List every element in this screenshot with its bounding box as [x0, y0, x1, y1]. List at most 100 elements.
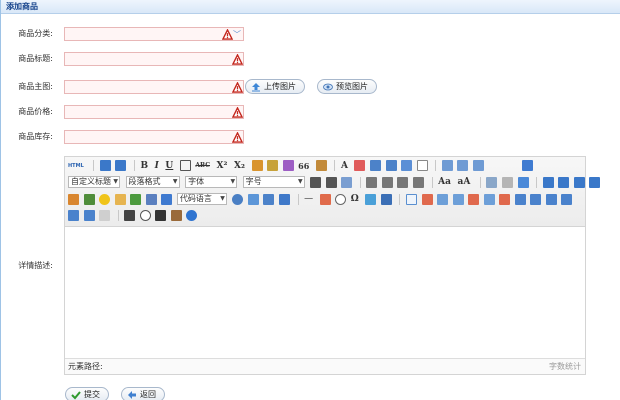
unlink-icon[interactable]	[501, 176, 513, 188]
fullscreen-icon[interactable]	[522, 160, 534, 171]
print-icon[interactable]	[124, 210, 136, 221]
strikethrough-icon[interactable]: ABC	[195, 162, 210, 169]
font-size-select[interactable]: 字号 ▼	[242, 176, 305, 188]
merge-down-icon[interactable]	[545, 193, 557, 205]
indent-icon[interactable]	[341, 176, 353, 188]
preview-icon[interactable]	[139, 210, 151, 221]
delete-table-icon[interactable]	[421, 193, 433, 205]
merge-right-icon[interactable]	[530, 193, 542, 205]
map-icon[interactable]	[232, 193, 244, 205]
category-row: 商品分类: ﹀	[1, 26, 620, 42]
paste-plain-icon[interactable]	[315, 160, 327, 171]
drafts-icon[interactable]	[170, 210, 182, 221]
page-break-icon[interactable]	[279, 193, 291, 205]
superscript-icon[interactable]: X²	[217, 161, 228, 171]
attachment-icon[interactable]	[161, 193, 173, 205]
insert-table-icon[interactable]	[405, 193, 417, 205]
toolbar-divider	[93, 160, 95, 171]
word-image-icon[interactable]	[380, 193, 392, 205]
font-family-select[interactable]: 字体 ▼	[185, 176, 238, 188]
special-chars-icon[interactable]: Ω	[351, 194, 359, 204]
insert-frame-icon[interactable]	[247, 193, 259, 205]
music-icon[interactable]	[145, 193, 157, 205]
format-match-icon[interactable]	[251, 160, 263, 171]
italic-icon[interactable]: I	[155, 161, 159, 171]
image-left-icon[interactable]	[558, 176, 570, 188]
description-label: 详情描述:	[18, 261, 53, 270]
category-select[interactable]: ﹀	[64, 27, 244, 41]
paragraph-format-select[interactable]: 段落格式 ▼	[125, 176, 180, 188]
image-none-icon[interactable]	[542, 176, 554, 188]
justify-center-icon[interactable]	[381, 176, 393, 188]
search-replace-icon[interactable]	[155, 210, 167, 221]
delete-col-icon[interactable]	[499, 193, 511, 205]
delete-row-icon[interactable]	[468, 193, 480, 205]
simple-upload-icon[interactable]	[68, 193, 79, 205]
auto-format-icon[interactable]	[282, 160, 294, 171]
insert-code-icon[interactable]	[263, 193, 275, 205]
anchor-icon[interactable]	[517, 176, 529, 188]
insert-image-icon[interactable]	[83, 193, 95, 205]
subscript-icon[interactable]: X₂	[234, 161, 245, 171]
back-button[interactable]: 返回	[121, 387, 165, 400]
price-input[interactable]	[64, 105, 244, 119]
redo-icon[interactable]	[115, 160, 127, 171]
insert-paragraph-before-table-icon[interactable]	[437, 193, 449, 205]
snap-screen-icon[interactable]	[365, 193, 377, 205]
preview-image-button[interactable]: 预览图片	[317, 79, 377, 94]
html-source-button[interactable]: HTML	[68, 163, 84, 169]
chart-icon[interactable]	[99, 210, 111, 221]
to-uppercase-icon[interactable]: Aa	[438, 177, 451, 187]
justify-right-icon[interactable]	[397, 176, 409, 188]
justify-left-icon[interactable]	[366, 176, 378, 188]
image-input[interactable]	[64, 80, 244, 94]
to-lowercase-icon[interactable]: aA	[457, 177, 470, 187]
custom-title-select[interactable]: 自定义标题 ▼	[68, 176, 120, 188]
eraser-icon[interactable]	[267, 160, 279, 171]
help-icon[interactable]	[186, 210, 198, 221]
select-all-icon[interactable]	[401, 160, 413, 171]
split-rows-icon[interactable]	[68, 210, 79, 221]
direction-rtl-icon[interactable]	[325, 176, 337, 188]
title-input[interactable]	[64, 52, 244, 66]
forecolor-icon[interactable]: A	[341, 161, 348, 171]
date-icon[interactable]	[319, 193, 331, 205]
blockquote-icon[interactable]: 66	[298, 161, 309, 171]
editor-toolbar: HTML B I U ABC X² X₂ 66 A 自定义标题 ▼ 段落格式 ▼…	[65, 157, 601, 227]
underline-icon[interactable]: U	[165, 161, 173, 171]
justify-full-icon[interactable]	[413, 176, 425, 188]
editor-content-area[interactable]	[65, 227, 585, 358]
toolbar-divider	[536, 176, 538, 188]
row-spacing-bottom-icon[interactable]	[457, 160, 469, 171]
insert-video-icon[interactable]	[130, 193, 142, 205]
upload-image-button[interactable]: 上传图片	[245, 79, 305, 94]
font-border-icon[interactable]	[179, 160, 191, 171]
unordered-list-icon[interactable]	[385, 160, 397, 171]
undo-icon[interactable]	[99, 160, 111, 171]
merge-cells-icon[interactable]	[514, 193, 526, 205]
link-icon[interactable]	[486, 176, 498, 188]
image-right-icon[interactable]	[573, 176, 585, 188]
submit-button[interactable]: 提交	[65, 387, 109, 400]
stock-input[interactable]	[64, 130, 244, 144]
preview-image-label: 预览图片	[336, 82, 368, 91]
split-cells-icon[interactable]	[561, 193, 573, 205]
direction-ltr-icon[interactable]	[310, 176, 322, 188]
ordered-list-icon[interactable]	[370, 160, 382, 171]
toolbar-row-3: 代码语言 ▼ — Ω	[68, 193, 574, 207]
backcolor-icon[interactable]	[354, 160, 366, 171]
chevron-down-icon[interactable]: ﹀	[233, 29, 241, 40]
emotion-icon[interactable]	[99, 193, 111, 205]
image-center-icon[interactable]	[589, 176, 601, 188]
insert-row-icon[interactable]	[452, 193, 464, 205]
horizontal-rule-icon[interactable]: —	[304, 194, 313, 204]
time-icon[interactable]	[335, 193, 347, 205]
line-height-icon[interactable]	[472, 160, 484, 171]
bold-icon[interactable]: B	[141, 161, 149, 171]
row-spacing-top-icon[interactable]	[441, 160, 453, 171]
split-cols-icon[interactable]	[83, 210, 95, 221]
code-language-select[interactable]: 代码语言 ▼	[176, 193, 227, 205]
clear-doc-icon[interactable]	[416, 160, 428, 171]
insert-col-icon[interactable]	[483, 193, 495, 205]
scrawl-icon[interactable]	[114, 193, 126, 205]
